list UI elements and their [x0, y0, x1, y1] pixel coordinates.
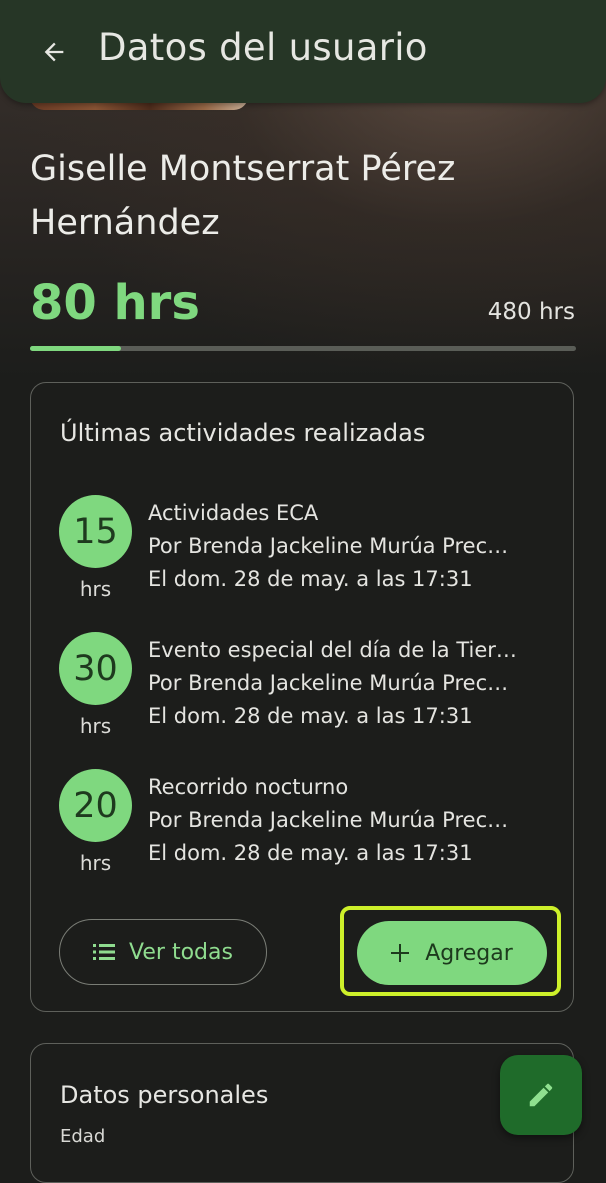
- activity-date: El dom. 28 de may. a las 17:31: [148, 567, 473, 591]
- app-bar: Datos del usuario: [0, 0, 606, 103]
- activities-card: Últimas actividades realizadas 15 hrs Ac…: [30, 382, 574, 1012]
- personal-data-card: Datos personales Edad: [30, 1043, 574, 1183]
- activity-hours-unit: hrs: [79, 714, 112, 738]
- activity-author: Por Brenda Jackeline Murúa Prec…: [148, 534, 509, 558]
- personal-data-title: Datos personales: [60, 1081, 269, 1109]
- hours-required: 480 hrs: [487, 299, 575, 325]
- activity-hours-badge: 20: [59, 769, 132, 842]
- hours-progress-fill: [30, 346, 122, 351]
- plus-icon: [391, 944, 410, 962]
- page-title: Datos del usuario: [98, 26, 428, 69]
- activity-item[interactable]: 15 hrs Actividades ECA Por Brenda Jackel…: [59, 495, 559, 605]
- activity-date: El dom. 28 de may. a las 17:31: [148, 841, 473, 865]
- activity-hours-unit: hrs: [79, 577, 112, 601]
- activities-card-title: Últimas actividades realizadas: [60, 419, 426, 447]
- arrow-left-icon: [44, 42, 64, 62]
- list-icon: [93, 944, 116, 960]
- user-name: Giselle Montserrat Pérez Hernández: [30, 149, 456, 243]
- activity-date: El dom. 28 de may. a las 17:31: [148, 704, 473, 728]
- activity-author: Por Brenda Jackeline Murúa Prec…: [148, 671, 509, 695]
- view-all-button[interactable]: Ver todas: [59, 919, 267, 985]
- pencil-icon: [529, 1083, 553, 1107]
- hours-completed: 80 hrs: [30, 275, 200, 331]
- edit-fab-button[interactable]: [500, 1055, 582, 1135]
- activity-name: Actividades ECA: [148, 501, 319, 525]
- age-label: Edad: [60, 1126, 106, 1147]
- activity-hours-badge: 15: [59, 495, 132, 568]
- hours-progress-bar: [30, 346, 576, 351]
- back-button[interactable]: [34, 32, 74, 72]
- activity-hours-badge: 30: [59, 632, 132, 705]
- add-activity-label: Agregar: [425, 940, 513, 966]
- activity-name: Recorrido nocturno: [148, 775, 349, 799]
- activity-name: Evento especial del día de la Tier…: [148, 638, 517, 662]
- view-all-label: Ver todas: [129, 939, 233, 965]
- activity-author: Por Brenda Jackeline Murúa Prec…: [148, 808, 509, 832]
- activity-item[interactable]: 20 hrs Recorrido nocturno Por Brenda Jac…: [59, 769, 559, 879]
- activity-hours-unit: hrs: [79, 851, 112, 875]
- activity-item[interactable]: 30 hrs Evento especial del día de la Tie…: [59, 632, 559, 742]
- add-activity-button[interactable]: Agregar: [357, 921, 547, 985]
